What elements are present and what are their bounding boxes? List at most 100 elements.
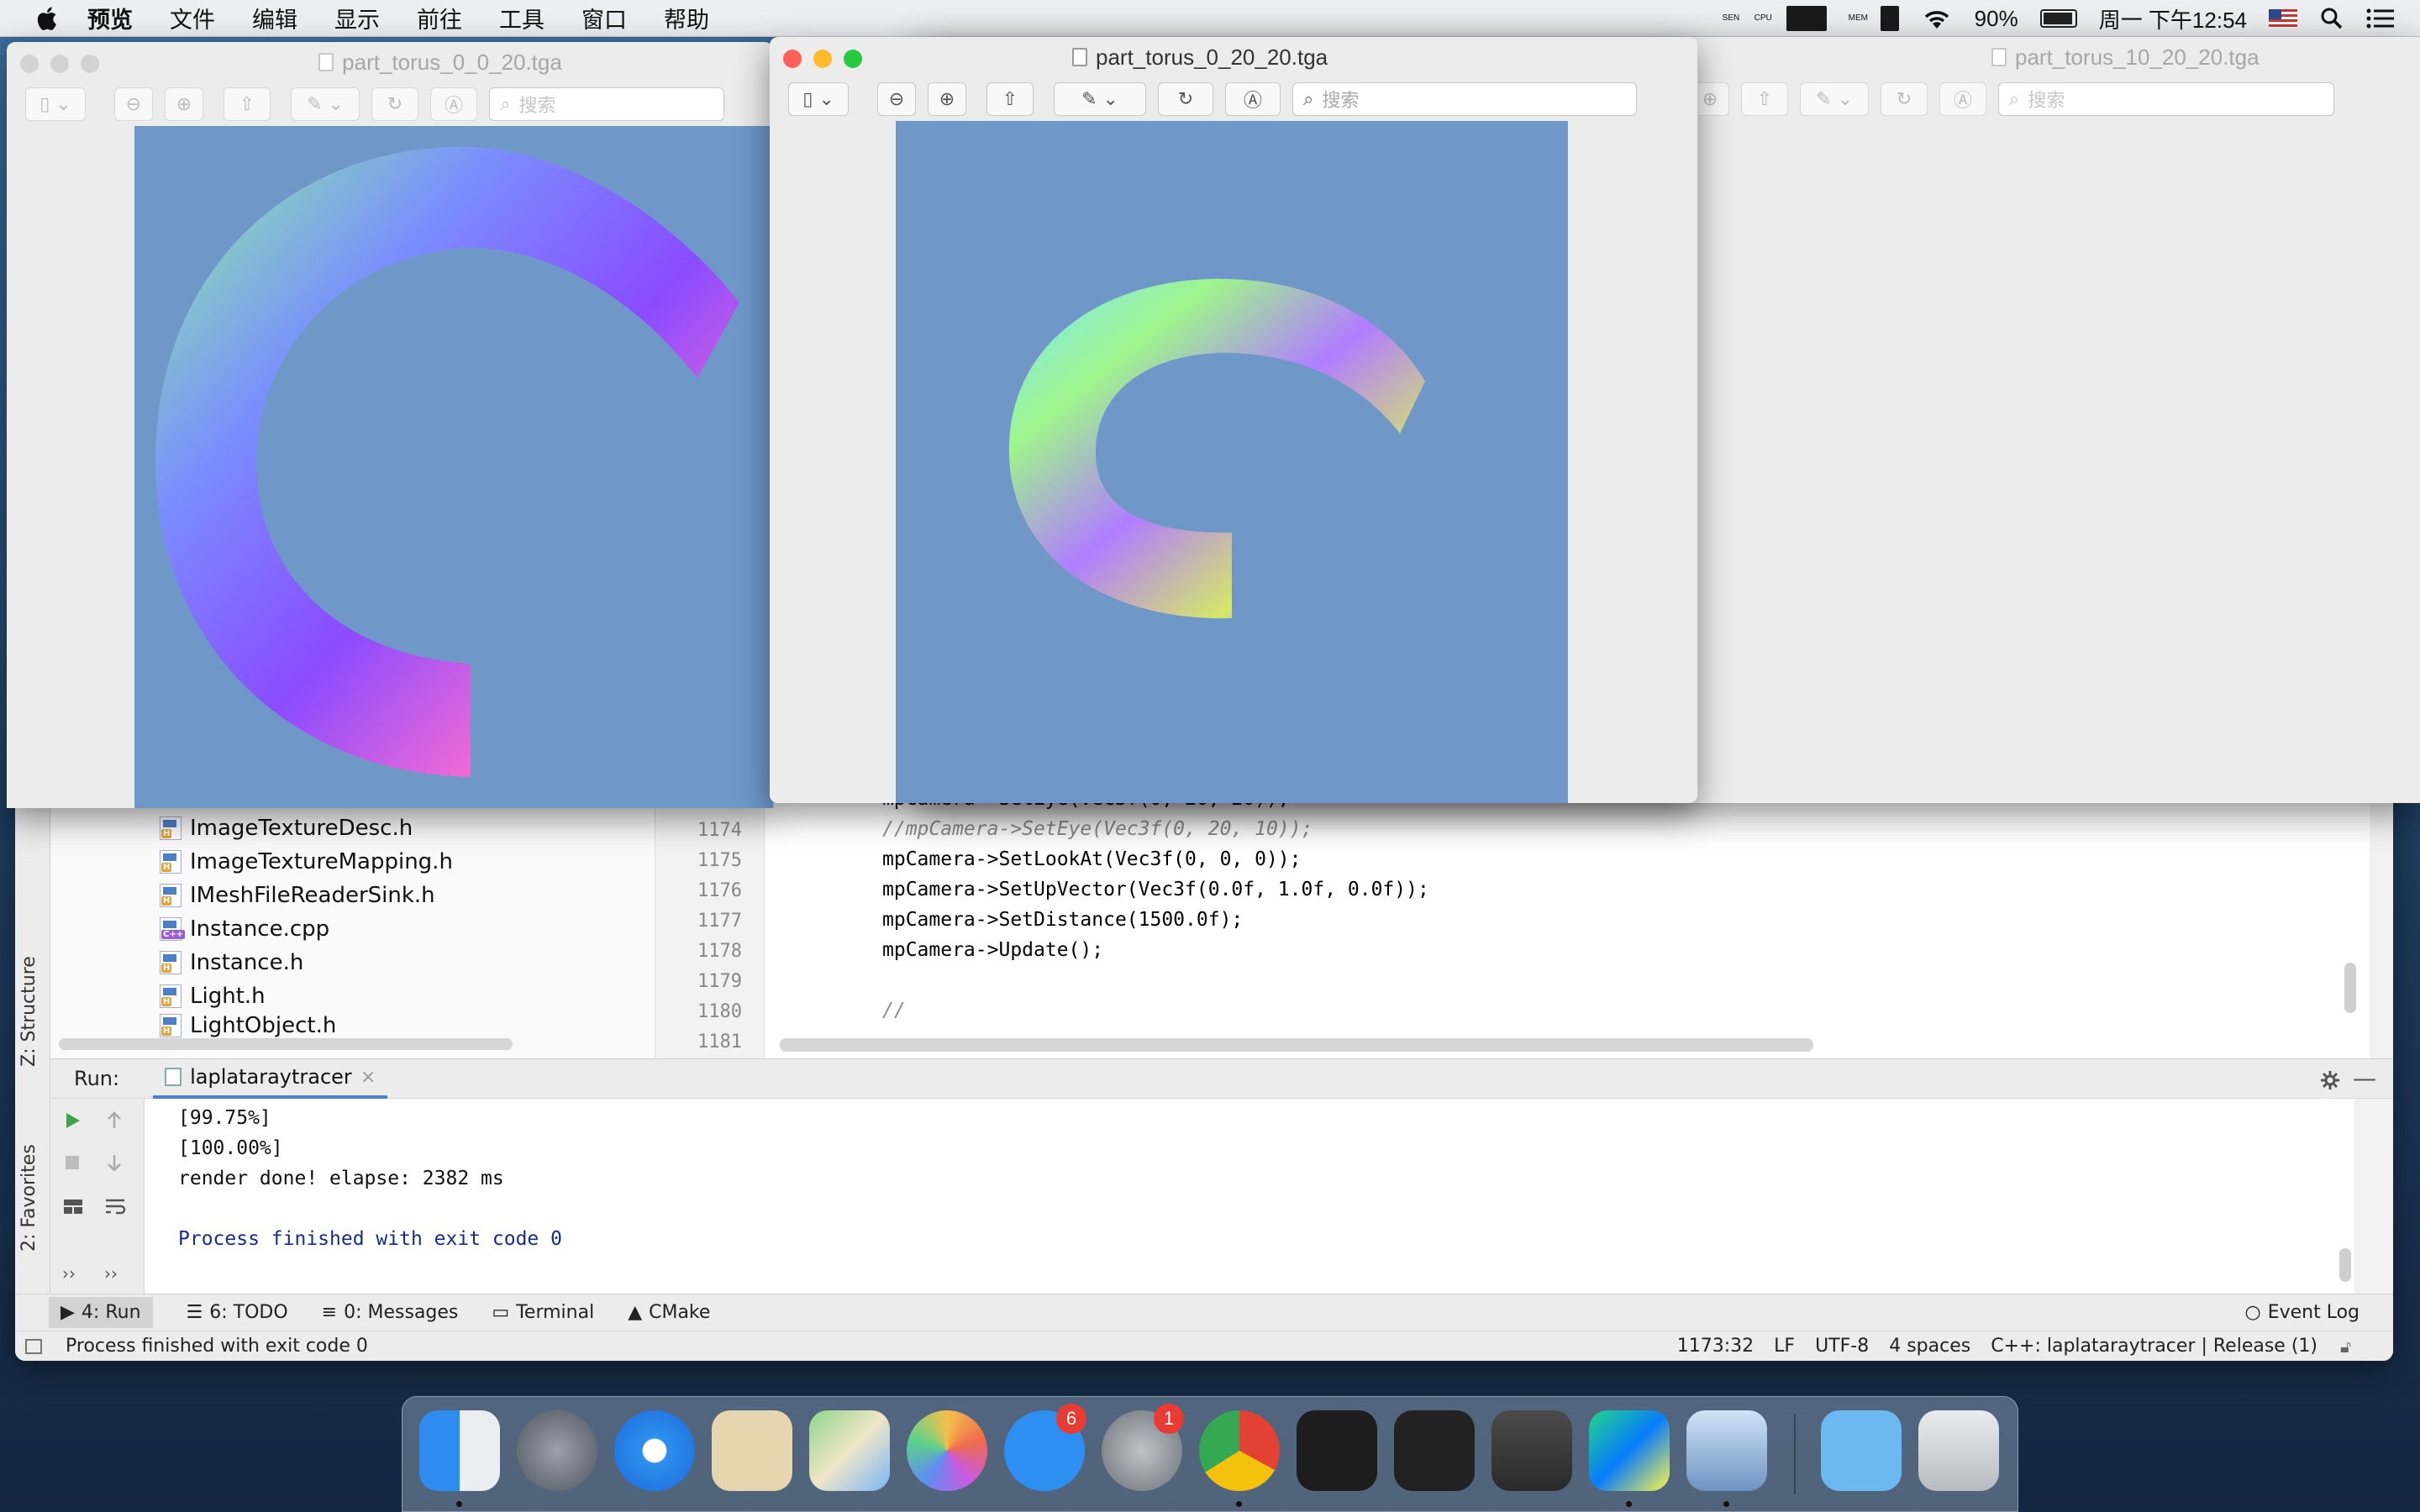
rotate-button[interactable]: ↻ (371, 87, 418, 121)
run-console[interactable]: [99.75%] [100.00%] render done! elapse: … (145, 1099, 2354, 1294)
menu-file[interactable]: 文件 (170, 2, 215, 34)
sensor-status-label[interactable]: SEN (1723, 14, 1740, 23)
zoom-out-button[interactable]: ⊖ (114, 87, 153, 121)
file-item[interactable]: H ImageTextureDesc.h (160, 811, 413, 845)
downloads-folder-icon[interactable] (1821, 1410, 1902, 1491)
window-titlebar[interactable]: part_torus_0_20_20.tga (770, 37, 1697, 77)
tab-run[interactable]: ▶ 4: Run (49, 1297, 153, 1328)
photos-icon[interactable] (907, 1410, 987, 1491)
activity-monitor-icon[interactable] (1394, 1410, 1475, 1491)
battery-percent[interactable]: 90% (1975, 6, 2018, 32)
run-config-tab[interactable]: laplataraytracer × (153, 1058, 388, 1099)
preview-icon[interactable] (1686, 1410, 1767, 1491)
file-item[interactable]: H Instance.h (160, 946, 303, 979)
menu-clock[interactable]: 周一 下午12:54 (2099, 3, 2247, 34)
search-field[interactable]: ⌕ 搜索 (489, 87, 724, 121)
rotate-button[interactable]: ↻ (1158, 82, 1213, 116)
file-item[interactable]: H ImageTextureMapping.h (160, 845, 453, 879)
tab-terminal[interactable]: ▭ Terminal (492, 1302, 594, 1323)
maps-icon[interactable] (809, 1410, 890, 1491)
more-actions-icon[interactable]: ›› (104, 1263, 118, 1284)
share-button[interactable]: ⇧ (224, 87, 271, 121)
code-editor[interactable]: mpCamera->SetEye(Vec3f(0, 20, 20)); //mp… (765, 781, 2370, 1058)
event-log-tab[interactable]: ○ Event Log (2244, 1302, 2360, 1323)
zoom-out-button[interactable]: ⊖ (877, 82, 916, 116)
close-tab-icon[interactable]: × (360, 1067, 376, 1088)
menu-app-name[interactable]: 预览 (87, 2, 133, 34)
file-item[interactable]: C++ Instance.cpp (160, 912, 329, 946)
apple-menu-icon[interactable] (34, 4, 62, 33)
more-actions-icon[interactable]: ›› (62, 1263, 76, 1284)
markup-button[interactable]: ✎ ⌄ (1054, 82, 1146, 116)
project-horizontal-scrollbar[interactable] (59, 1038, 513, 1050)
finder-icon[interactable] (419, 1410, 500, 1491)
tab-messages[interactable]: ≡ 0: Messages (322, 1302, 459, 1323)
input-source-flag-icon[interactable] (2269, 9, 2297, 28)
arrow-down-icon[interactable] (104, 1152, 124, 1173)
file-item[interactable]: H LightObject.h (160, 1013, 336, 1038)
file-item[interactable]: H Light.h (160, 979, 266, 1013)
stop-icon[interactable] (62, 1152, 82, 1173)
launchpad-icon[interactable] (517, 1410, 597, 1491)
rotate-button[interactable]: ↻ (1881, 82, 1928, 116)
toggle-tool-windows-icon[interactable] (25, 1338, 42, 1354)
menu-edit[interactable]: 编辑 (252, 2, 297, 34)
clion-icon[interactable] (1589, 1410, 1670, 1491)
layout-icon[interactable] (62, 1196, 84, 1216)
hide-panel-icon[interactable]: — (2353, 1064, 2376, 1092)
cpu-status-label[interactable]: CPU (1754, 14, 1772, 23)
structure-tool-tab[interactable]: Z: Structure (18, 956, 39, 1067)
sidebar-toggle-button[interactable]: ▯ ⌄ (788, 82, 849, 116)
menu-go[interactable]: 前往 (417, 2, 462, 34)
memory-graph[interactable] (1880, 6, 1899, 31)
safari-icon[interactable] (614, 1410, 695, 1491)
editor-horizontal-scrollbar[interactable] (780, 1038, 1813, 1052)
gear-icon[interactable] (2319, 1069, 2341, 1091)
share-button[interactable]: ⇧ (1741, 82, 1788, 116)
terminal-icon[interactable] (1297, 1410, 1377, 1491)
rendered-image[interactable] (896, 121, 1568, 803)
annotate-button[interactable]: Ⓐ (1939, 82, 1986, 116)
markup-button[interactable]: ✎ ⌄ (1800, 82, 1869, 116)
menu-view[interactable]: 显示 (334, 2, 380, 34)
search-field[interactable]: ⌕ 搜索 (1998, 82, 2334, 116)
arrow-up-icon[interactable] (104, 1110, 124, 1131)
wifi-icon[interactable] (1921, 7, 1953, 30)
share-button[interactable]: ⇧ (986, 82, 1034, 116)
rendered-image[interactable] (134, 126, 773, 808)
file-item[interactable]: H IMeshFileReaderSink.h (160, 879, 435, 912)
tab-todo[interactable]: ☰ 6: TODO (187, 1302, 288, 1323)
tab-cmake[interactable]: ▲ CMake (628, 1302, 710, 1323)
cursor-position[interactable]: 1173:32 (1677, 1336, 1754, 1357)
menu-help[interactable]: 帮助 (664, 2, 709, 34)
notification-center-icon[interactable] (2366, 8, 2395, 29)
chrome-icon[interactable] (1199, 1410, 1280, 1491)
line-separator[interactable]: LF (1774, 1336, 1795, 1357)
menu-window[interactable]: 窗口 (581, 2, 627, 34)
console-vertical-scrollbar[interactable] (2339, 1248, 2351, 1282)
file-encoding[interactable]: UTF-8 (1815, 1336, 1869, 1357)
sidebar-toggle-button[interactable]: ▯ ⌄ (25, 87, 86, 121)
soft-wrap-icon[interactable] (104, 1196, 126, 1216)
search-field[interactable]: ⌕ 搜索 (1292, 82, 1637, 116)
favorites-tool-tab[interactable]: 2: Favorites (18, 1144, 39, 1252)
indent-setting[interactable]: 4 spaces (1889, 1336, 1970, 1357)
spotlight-search-icon[interactable] (2319, 6, 2344, 31)
mem-status-label[interactable]: MEM (1849, 14, 1868, 23)
window-titlebar[interactable]: part_torus_0_0_20.tga (7, 42, 773, 82)
trash-icon[interactable] (1918, 1410, 1999, 1491)
cpu-graph[interactable] (1786, 6, 1827, 31)
annotate-button[interactable]: Ⓐ (430, 87, 477, 121)
editor-vertical-scrollbar[interactable] (2344, 963, 2356, 1013)
rerun-icon[interactable] (62, 1110, 82, 1131)
build-context[interactable]: C++: laplataraytracer | Release (1) (1991, 1336, 2317, 1357)
markup-button[interactable]: ✎ ⌄ (291, 87, 360, 121)
annotate-button[interactable]: Ⓐ (1225, 82, 1281, 116)
zoom-in-button[interactable]: ⊕ (165, 87, 203, 121)
mail-icon[interactable] (712, 1410, 792, 1491)
battery-icon[interactable] (2039, 9, 2077, 28)
zoom-in-button[interactable]: ⊕ (928, 82, 966, 116)
lock-icon[interactable]: 🔓︎ (2340, 1336, 2351, 1357)
sublime-text-icon[interactable] (1491, 1410, 1572, 1491)
menu-tools[interactable]: 工具 (499, 2, 544, 34)
